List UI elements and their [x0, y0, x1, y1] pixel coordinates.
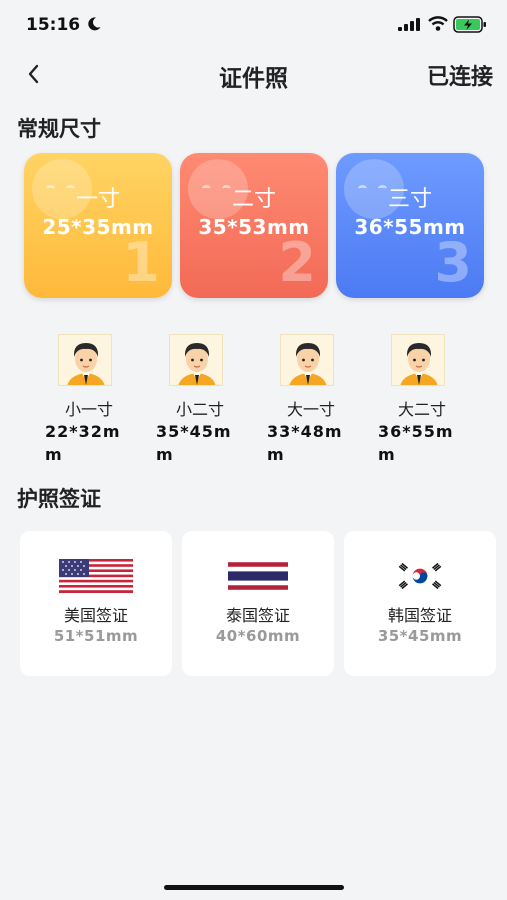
size-card-3-inch[interactable]: 三寸 36*55mm 3 [336, 153, 484, 298]
card-number-watermark: 1 [122, 231, 160, 294]
visa-card-korea[interactable]: 韩国签证 35*45mm [344, 531, 496, 676]
signal-icon [398, 18, 420, 31]
korea-flag-icon [395, 559, 445, 593]
small-size-dimensions: 22*32mm [45, 422, 121, 464]
size-card-1-inch[interactable]: 一寸 25*35mm 1 [24, 153, 172, 298]
portrait-photo-icon [58, 334, 112, 386]
card-size-name: 三寸 [387, 187, 432, 212]
connection-status-button[interactable]: 已连接 [427, 59, 493, 91]
card-number-watermark: 2 [278, 231, 316, 294]
card-size-name: 二寸 [231, 187, 276, 212]
small-size-name: 小二寸 [176, 400, 225, 419]
visa-dimensions: 35*45mm [377, 627, 463, 645]
small-size-item[interactable]: 大一寸 33*48mm [257, 334, 357, 466]
visa-name: 美国签证 [63, 606, 128, 625]
visa-card-thailand[interactable]: 泰国签证 40*60mm [182, 531, 334, 676]
visa-dimensions: 51*51mm [53, 627, 139, 645]
section-title-regular: 常规尺寸 [17, 117, 101, 141]
battery-charging-icon [453, 16, 486, 33]
wifi-icon [428, 16, 448, 31]
small-size-item[interactable]: 大二寸 36*55mm [368, 334, 468, 466]
visa-dimensions: 40*60mm [215, 627, 301, 645]
us-flag-icon [59, 559, 133, 593]
portrait-photo-icon [280, 334, 334, 386]
size-card-2-inch[interactable]: 二寸 35*53mm 2 [180, 153, 328, 298]
visa-name: 韩国签证 [387, 606, 452, 625]
small-size-dimensions: 36*55mm [378, 422, 454, 464]
small-size-item[interactable]: 小二寸 35*45mm [146, 334, 246, 466]
small-size-item[interactable]: 小一寸 22*32mm [35, 334, 135, 466]
small-size-name: 小一寸 [65, 400, 114, 419]
thailand-flag-icon [228, 562, 288, 590]
card-number-watermark: 3 [434, 231, 472, 294]
small-size-dimensions: 33*48mm [267, 422, 343, 464]
small-size-dimensions: 35*45mm [156, 422, 232, 464]
status-time: 15:16 [26, 15, 81, 35]
card-size-name: 一寸 [75, 187, 120, 212]
visa-card-us[interactable]: 美国签证 51*51mm [20, 531, 172, 676]
status-bar: 15:16 [0, 0, 507, 50]
section-title-visa: 护照签证 [17, 487, 101, 511]
small-size-name: 大二寸 [398, 400, 447, 419]
portrait-photo-icon [169, 334, 223, 386]
portrait-photo-icon [391, 334, 445, 386]
visa-name: 泰国签证 [225, 606, 290, 625]
nav-bar: 证件照 已连接 [0, 50, 507, 98]
home-indicator[interactable] [164, 885, 344, 890]
moon-icon [88, 17, 101, 31]
small-size-name: 大一寸 [287, 400, 336, 419]
